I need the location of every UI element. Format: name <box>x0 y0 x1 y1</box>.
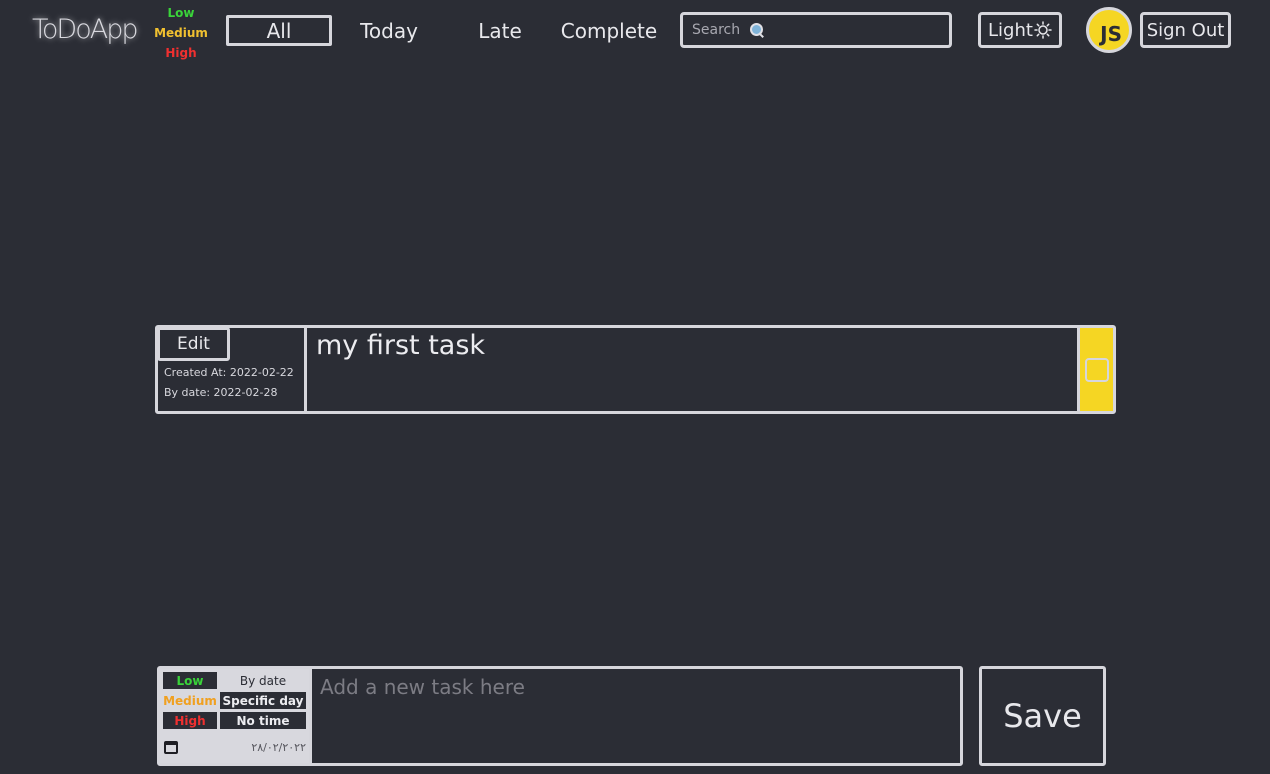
date-mode-no-time[interactable]: No time <box>220 712 306 729</box>
new-task-options: Low Medium High By date Specific day No … <box>160 669 309 763</box>
sun-icon <box>1034 21 1052 39</box>
theme-toggle-button[interactable]: Light <box>978 12 1062 48</box>
date-picker[interactable]: ٢٨/٠٢/٢٠٢٢ <box>164 737 306 757</box>
date-mode-by-date[interactable]: By date <box>220 672 306 689</box>
app-logo: ToDoApp <box>32 14 138 45</box>
nav-all-button[interactable]: All <box>226 15 332 46</box>
nav-complete-button[interactable]: Complete <box>558 15 660 46</box>
search-input[interactable] <box>692 22 747 38</box>
date-mode-specific-day[interactable]: Specific day <box>220 692 306 709</box>
task-complete-checkbox[interactable] <box>1084 357 1109 382</box>
sign-out-button[interactable]: Sign Out <box>1140 12 1231 48</box>
nav-today-button[interactable]: Today <box>340 15 438 46</box>
new-task-priority-high[interactable]: High <box>163 712 217 729</box>
edit-task-button[interactable]: Edit <box>157 327 230 361</box>
priority-legend: Low Medium High <box>150 3 212 63</box>
save-button[interactable]: Save <box>979 666 1106 766</box>
new-task-priority-low[interactable]: Low <box>163 672 217 689</box>
task-by-date: By date: 2022-02-28 <box>164 386 278 399</box>
search-box[interactable] <box>680 12 952 48</box>
new-task-priority-medium[interactable]: Medium <box>163 692 217 709</box>
task-priority-strip <box>1077 328 1113 411</box>
priority-legend-low: Low <box>167 6 195 20</box>
task-meta: Edit Created At: 2022-02-22 By date: 202… <box>157 327 307 411</box>
priority-legend-medium: Medium <box>154 26 208 40</box>
task-created-at: Created At: 2022-02-22 <box>164 366 294 379</box>
date-value: ٢٨/٠٢/٢٠٢٢ <box>251 740 306 754</box>
add-task-bar: Low Medium High By date Specific day No … <box>157 666 963 766</box>
user-avatar[interactable]: JS <box>1086 7 1132 53</box>
task-card: Edit Created At: 2022-02-22 By date: 202… <box>155 325 1116 414</box>
search-icon <box>749 22 765 38</box>
priority-legend-high: High <box>165 46 197 60</box>
nav-late-button[interactable]: Late <box>460 15 540 46</box>
task-text: my first task <box>316 330 486 361</box>
calendar-icon[interactable] <box>164 740 178 754</box>
new-task-input[interactable] <box>309 669 960 763</box>
theme-toggle-label: Light <box>988 19 1033 41</box>
